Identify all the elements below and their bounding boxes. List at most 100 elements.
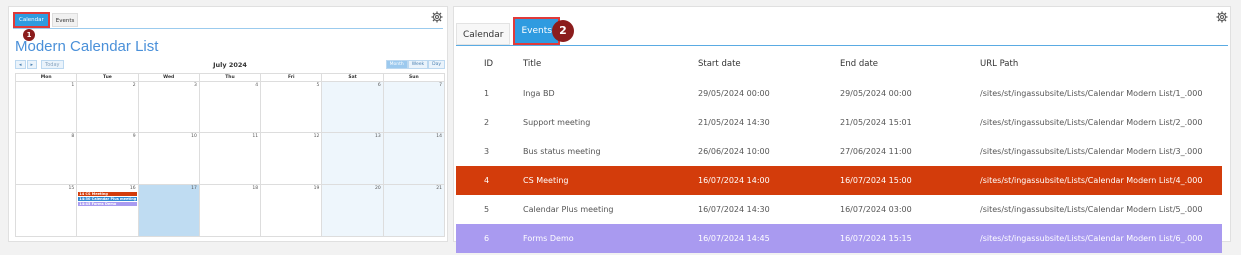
day-cell[interactable]: 12	[261, 133, 323, 184]
weekday-header: Mon Tue Wed Thu Fri Sat Sun	[15, 73, 445, 81]
calendar-event[interactable]: 14 CS Meeting	[78, 192, 137, 196]
day-number: 4	[255, 83, 259, 88]
day-cell[interactable]: 1	[16, 82, 78, 132]
calendar-event[interactable]: 14:45 Forms Demo	[78, 202, 137, 206]
cell-end-date: 21/05/2024 15:01	[840, 118, 912, 127]
column-header-id[interactable]: ID	[456, 49, 523, 79]
column-header-url-path[interactable]: URL Path	[980, 49, 1222, 79]
cell-start-date: 16/07/2024 14:30	[698, 205, 770, 214]
month-grid: Mon Tue Wed Thu Fri Sat Sun 1 2 3 4 5 6 7 8 9 10 1…	[15, 73, 445, 237]
calendar-webpart: Calendar Events 1 Modern Calendar List ◂…	[8, 6, 448, 242]
events-tabbar: Calendar Events	[456, 17, 560, 45]
day-cell[interactable]: 5	[261, 82, 323, 132]
events-webpart: Calendar Events 2 ID Title Start date En…	[453, 6, 1231, 253]
view-month-button[interactable]: Month	[385, 60, 408, 69]
calendar-toolbar: ◂ ▸ Today July 2024 Month Week Day	[15, 60, 445, 71]
weekday-label: Sat	[322, 74, 384, 81]
day-cell[interactable]: 7	[383, 82, 444, 132]
column-header-end-date[interactable]: End date	[840, 49, 980, 79]
day-cell[interactable]: 16 14 CS Meeting 14:30 Calendar Plus meeti…	[77, 185, 139, 236]
view-day-button[interactable]: Day	[428, 60, 445, 69]
day-cell[interactable]: 19	[261, 185, 323, 236]
cell-title: CS Meeting	[523, 176, 569, 185]
day-cell[interactable]: 8	[16, 133, 78, 184]
day-number: 5	[316, 83, 320, 88]
day-cell[interactable]: 11	[199, 133, 262, 184]
table-row[interactable]: 2 Support meeting 21/05/2024 14:30 21/05/20…	[456, 108, 1222, 137]
table-header-row: ID Title Start date End date URL Path	[456, 49, 1222, 79]
day-number: 11	[252, 134, 259, 139]
cell-end-date: 27/06/2024 11:00	[840, 147, 912, 156]
day-number: 15	[68, 186, 75, 191]
cell-url-path: /sites/st/ingassubsite/Lists/Calendar Mo…	[980, 118, 1203, 127]
cell-title: Inga BD	[523, 89, 555, 98]
day-cell[interactable]: 15	[16, 185, 78, 236]
cell-id: 4	[484, 176, 490, 185]
week-row: 15 16 14 CS Meeting 14:30 Calendar Plus mee…	[15, 185, 445, 237]
page: Calendar Events 1 Modern Calendar List ◂…	[0, 0, 1241, 255]
day-number: 14	[436, 134, 442, 139]
day-cell[interactable]: 13	[322, 133, 384, 184]
cell-start-date: 21/05/2024 14:30	[698, 118, 770, 127]
day-number: 16	[129, 186, 136, 191]
week-row: 1 2 3 4 5 6 7	[15, 81, 445, 133]
day-cell[interactable]: 21	[383, 185, 444, 236]
tab-events[interactable]: Events	[51, 13, 79, 27]
cell-title: Calendar Plus meeting	[523, 205, 614, 214]
table-row[interactable]: 6 Forms Demo 16/07/2024 14:45 16/07/2024 15…	[456, 224, 1222, 253]
weekday-label: Sun	[409, 75, 419, 80]
table-row[interactable]: 1 Inga BD 29/05/2024 00:00 29/05/2024 00:00…	[456, 79, 1222, 108]
cell-title: Bus status meeting	[523, 147, 601, 156]
day-cell[interactable]: 6	[322, 82, 384, 132]
table-row[interactable]: 5 Calendar Plus meeting 16/07/2024 14:30 16…	[456, 195, 1222, 224]
cell-start-date: 16/07/2024 14:00	[698, 176, 770, 185]
cell-id: 6	[484, 234, 490, 243]
weekday-label: Thu	[200, 74, 262, 81]
day-number: 8	[71, 134, 75, 139]
day-cell[interactable]: 4	[199, 82, 262, 132]
day-cell[interactable]: 10	[138, 133, 200, 184]
cell-start-date: 16/07/2024 14:45	[698, 234, 770, 243]
cell-start-date: 26/06/2024 10:00	[698, 147, 770, 156]
cell-end-date: 16/07/2024 15:15	[840, 234, 912, 243]
tab-underline	[13, 28, 443, 29]
day-number: 6	[377, 83, 381, 88]
cell-end-date: 16/07/2024 15:00	[840, 176, 912, 185]
calendar-event[interactable]: 14:30 Calendar Plus meeting	[78, 197, 137, 201]
cell-url-path: /sites/st/ingassubsite/Lists/Calendar Mo…	[980, 176, 1203, 185]
day-number: 19	[313, 186, 320, 191]
tab-calendar[interactable]: Calendar	[13, 12, 50, 28]
month-label: July 2024	[213, 61, 247, 69]
weekday-label: Tue	[77, 74, 139, 81]
tab-calendar[interactable]: Calendar	[456, 23, 511, 45]
day-number: 2	[132, 83, 136, 88]
cell-id: 1	[484, 89, 490, 98]
tab-underline	[456, 45, 1228, 46]
day-cell[interactable]: 17	[138, 185, 200, 236]
column-header-start-date[interactable]: Start date	[698, 49, 840, 79]
gear-icon[interactable]	[431, 11, 443, 23]
callout-badge-2: 2	[552, 20, 574, 42]
day-cell[interactable]: 18	[199, 185, 262, 236]
day-number: 3	[193, 83, 197, 88]
day-cell[interactable]: 3	[138, 82, 200, 132]
day-number: 13	[374, 134, 381, 139]
day-cell[interactable]: 20	[322, 185, 384, 236]
cell-url-path: /sites/st/ingassubsite/Lists/Calendar Mo…	[980, 205, 1203, 214]
day-cell[interactable]: 2	[77, 82, 139, 132]
table-row[interactable]: 3 Bus status meeting 26/06/2024 10:00 27/06…	[456, 137, 1222, 166]
cell-id: 3	[484, 147, 490, 156]
gear-icon[interactable]	[1216, 11, 1228, 23]
table-row[interactable]: 4 CS Meeting 16/07/2024 14:00 16/07/2024 15…	[456, 166, 1222, 195]
day-number: 17	[191, 186, 197, 191]
day-cell[interactable]: 14	[383, 133, 444, 184]
cell-end-date: 16/07/2024 03:00	[840, 205, 912, 214]
cell-id: 5	[484, 205, 490, 214]
view-week-button[interactable]: Week	[407, 60, 429, 69]
week-row: 8 9 10 11 12 13 14	[15, 133, 445, 185]
calendar-tabbar: Calendar Events	[13, 11, 80, 29]
day-number: 1	[71, 83, 75, 88]
table-body: 1 Inga BD 29/05/2024 00:00 29/05/2024 00:00…	[456, 79, 1222, 253]
day-cell[interactable]: 9	[77, 133, 139, 184]
column-header-title[interactable]: Title	[523, 49, 698, 79]
